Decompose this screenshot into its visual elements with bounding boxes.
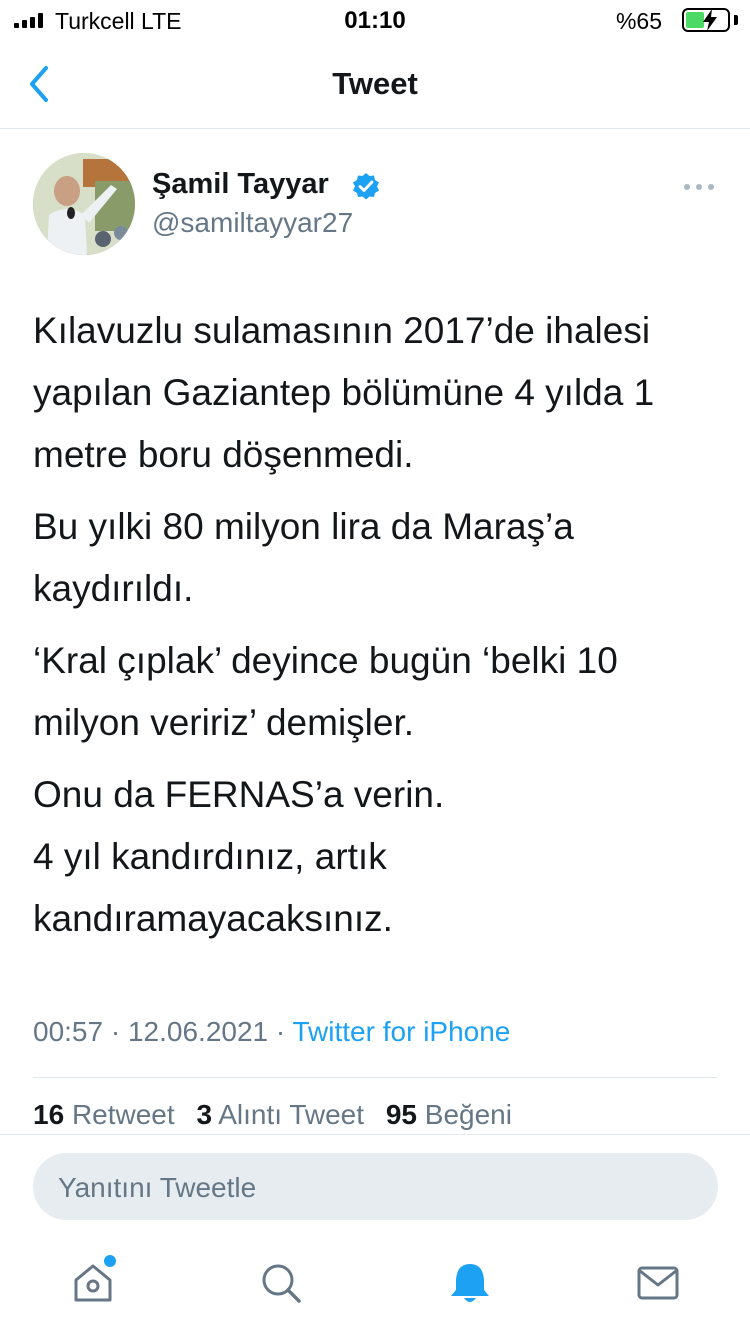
- likes-count: 95: [385, 1099, 417, 1130]
- tweet-time: 00:57: [33, 1016, 104, 1047]
- engagement-stats: 16 Retweet 3 Alıntı Tweet 95 Beğeni: [33, 1099, 512, 1131]
- tweet-paragraph: ‘Kral çıplak’ deyince bugün ‘belki 10 mi…: [33, 640, 618, 743]
- retweets-count: 16: [33, 1099, 65, 1130]
- page-title: Tweet: [332, 66, 418, 101]
- verified-badge-icon: [353, 173, 379, 200]
- tweet-text: Kılavuzlu sulamasının 2017’de ihalesi ya…: [33, 300, 723, 960]
- tweet-date: 12.06.2021: [127, 1016, 269, 1047]
- status-bar: Turkcell LTE 01:10 %65: [0, 0, 750, 42]
- notifications-bell-icon[interactable]: [447, 1260, 493, 1306]
- tweet-source-link[interactable]: Twitter for iPhone: [293, 1016, 511, 1047]
- battery-percentage: %65: [615, 8, 662, 34]
- search-icon[interactable]: [258, 1260, 304, 1306]
- more-options-icon[interactable]: [684, 184, 714, 190]
- likes-stat[interactable]: 95 Beğeni: [386, 1099, 512, 1130]
- home-badge-dot: [104, 1255, 116, 1267]
- likes-label: Beğeni: [424, 1099, 512, 1130]
- quotes-label: Alıntı Tweet: [218, 1099, 365, 1130]
- tab-bar: [0, 1240, 750, 1334]
- tweet-paragraph: Onu da FERNAS’a verin. 4 yıl kandırdınız…: [33, 774, 445, 939]
- charging-bolt-icon: [703, 9, 717, 31]
- reply-input[interactable]: Yanıtını Tweetle: [33, 1153, 718, 1220]
- meta-separator: ·: [275, 1016, 286, 1047]
- reply-placeholder: Yanıtını Tweetle: [58, 1172, 257, 1203]
- divider: [33, 1077, 717, 1078]
- battery-cap: [734, 15, 738, 25]
- avatar[interactable]: [33, 153, 135, 255]
- retweets-label: Retweet: [71, 1099, 175, 1130]
- retweets-stat[interactable]: 16 Retweet: [33, 1099, 175, 1130]
- quotes-count: 3: [196, 1099, 213, 1130]
- author-name[interactable]: Şamil Tayyar: [152, 168, 329, 201]
- divider: [0, 1134, 750, 1135]
- meta-separator: ·: [110, 1016, 121, 1047]
- quotes-stat[interactable]: 3 Alıntı Tweet: [196, 1099, 364, 1130]
- author-handle[interactable]: @samiltayyar27: [152, 207, 353, 239]
- tweet-paragraph: Kılavuzlu sulamasının 2017’de ihalesi ya…: [33, 310, 655, 475]
- nav-header: Tweet: [0, 42, 750, 129]
- tweet-meta: 00:57 · 12.06.2021 · Twitter for iPhone: [33, 1016, 510, 1048]
- messages-envelope-icon[interactable]: [635, 1260, 681, 1306]
- tweet-paragraph: Bu yılki 80 milyon lira da Maraş’a kaydı…: [33, 506, 574, 609]
